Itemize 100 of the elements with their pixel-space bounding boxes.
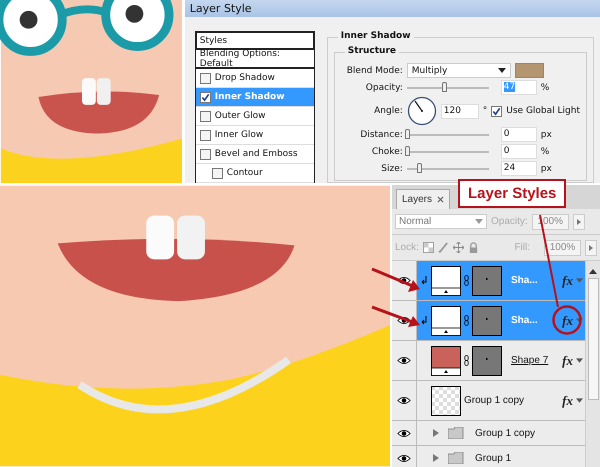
- slider-thumb[interactable]: [417, 163, 422, 173]
- close-icon[interactable]: [437, 196, 444, 203]
- checkbox[interactable]: [200, 148, 211, 160]
- eye-icon[interactable]: [397, 454, 411, 462]
- unit-label: px: [540, 164, 552, 174]
- degree-unit: °: [482, 106, 488, 116]
- layer-name: Group 1 copy: [464, 395, 526, 406]
- layers-tab[interactable]: Layers: [396, 189, 450, 209]
- callout-label: Layer Styles: [458, 179, 566, 208]
- field-label: Distance:: [359, 130, 403, 140]
- field-label: Opacity:: [364, 82, 403, 92]
- layer-row[interactable]: Shape 7 fx: [392, 341, 585, 381]
- layer-row[interactable]: Sha... fx: [392, 261, 585, 301]
- group-title: Structure: [344, 46, 399, 56]
- layer-name: Sha...: [511, 275, 539, 286]
- unit-label: %: [540, 146, 550, 156]
- brush-icon[interactable]: [438, 242, 449, 253]
- dropdown-arrow-icon[interactable]: [576, 318, 583, 323]
- dropdown-arrow-icon[interactable]: [576, 278, 583, 283]
- shape-thumbnail: [431, 346, 461, 376]
- opacity-label: Opacity:: [491, 216, 528, 227]
- eye-icon[interactable]: [397, 396, 411, 405]
- checkbox[interactable]: [200, 92, 211, 102]
- chain-link-icon: [464, 314, 469, 327]
- slider-thumb[interactable]: [404, 129, 410, 139]
- lock-label: Lock:: [395, 242, 419, 253]
- layer-name: Group 1: [475, 452, 512, 464]
- layer-row[interactable]: Group 1 copy fx: [392, 381, 585, 421]
- mask-thumbnail: [472, 266, 502, 296]
- style-label: Contour: [226, 168, 263, 178]
- fx-icon[interactable]: fx: [562, 352, 573, 368]
- caret-icon: [498, 68, 506, 73]
- slider-thumb[interactable]: [404, 146, 410, 156]
- chain-link-icon: [464, 354, 469, 367]
- angle-dial[interactable]: [406, 96, 437, 126]
- caret-up-icon[interactable]: [589, 269, 597, 274]
- checkbox-label: Use Global Light: [506, 106, 580, 116]
- value-input[interactable]: 0: [500, 144, 537, 159]
- dropdown-arrow-icon[interactable]: [576, 358, 583, 363]
- transparent-thumbnail: [431, 386, 461, 416]
- lock-icon[interactable]: [468, 242, 479, 253]
- folder-icon: [448, 427, 464, 439]
- fill-label: Fill:: [514, 242, 530, 253]
- checkbox[interactable]: [212, 168, 223, 178]
- blend-mode-dropdown[interactable]: Multiply: [406, 63, 511, 78]
- eye-icon[interactable]: [397, 316, 411, 325]
- shadow-color-swatch[interactable]: [514, 63, 544, 78]
- field-label: Blend Mode:: [346, 66, 403, 76]
- value-input[interactable]: 24: [500, 161, 537, 176]
- style-item[interactable]: Bevel and Emboss: [196, 145, 314, 164]
- field-label: Angle:: [373, 106, 403, 116]
- style-label: Bevel and Emboss: [214, 149, 298, 159]
- styles-header[interactable]: Styles: [196, 32, 314, 50]
- caret-icon: [475, 219, 483, 224]
- expand-arrow-icon[interactable]: [433, 429, 439, 437]
- layer-row[interactable]: Group 1 copy: [392, 421, 585, 446]
- section-title: Inner Shadow: [338, 31, 414, 41]
- checkbox[interactable]: [491, 106, 502, 116]
- eye-icon[interactable]: [397, 356, 411, 365]
- style-item[interactable]: Contour: [196, 164, 314, 183]
- checkbox[interactable]: [200, 110, 211, 122]
- slider-thumb[interactable]: [442, 82, 447, 92]
- value-input[interactable]: 0: [500, 127, 537, 142]
- layer-name: Sha...: [511, 315, 539, 326]
- fx-icon[interactable]: fx: [562, 312, 573, 328]
- fill-arrow-button[interactable]: [585, 240, 597, 256]
- checkbox[interactable]: [200, 72, 211, 84]
- field-label: Choke:: [370, 146, 403, 156]
- angle-input[interactable]: 120: [440, 104, 479, 118]
- shape-thumbnail: [431, 266, 461, 296]
- fx-icon[interactable]: fx: [562, 272, 573, 288]
- blending-options-item[interactable]: Blending Options: Default: [196, 50, 314, 69]
- style-item[interactable]: Inner Glow: [196, 126, 314, 145]
- move-icon[interactable]: [452, 242, 464, 253]
- highlight-circle: [552, 305, 582, 335]
- caret-right-icon: [576, 218, 581, 224]
- style-label: Inner Glow: [214, 130, 264, 140]
- layer-row[interactable]: Sha... fx: [392, 301, 585, 341]
- field-label: Size:: [380, 164, 403, 174]
- checkbox[interactable]: [200, 130, 211, 140]
- clipping-arrow-icon: [420, 316, 428, 326]
- dropdown-arrow-icon[interactable]: [576, 398, 583, 403]
- eye-icon[interactable]: [397, 428, 411, 438]
- clipping-arrow-icon: [420, 276, 428, 286]
- fx-icon[interactable]: fx: [562, 392, 573, 408]
- shape-thumbnail: [431, 306, 461, 336]
- unit-label: px: [540, 130, 552, 140]
- caret-right-icon: [589, 244, 593, 250]
- style-label: Drop Shadow: [214, 73, 275, 83]
- eye-icon[interactable]: [397, 276, 411, 285]
- blend-mode-dropdown[interactable]: Normal: [395, 214, 487, 229]
- expand-arrow-icon[interactable]: [433, 454, 439, 462]
- mask-thumbnail: [472, 346, 502, 376]
- scrollbar[interactable]: [585, 261, 600, 467]
- opacity-arrow-button[interactable]: [572, 214, 585, 230]
- checkerboard-icon[interactable]: [422, 242, 434, 253]
- style-item[interactable]: Outer Glow: [196, 107, 314, 126]
- chain-link-icon: [464, 274, 469, 287]
- layer-name: Shape 7: [511, 355, 550, 366]
- mask-thumbnail: [472, 306, 502, 336]
